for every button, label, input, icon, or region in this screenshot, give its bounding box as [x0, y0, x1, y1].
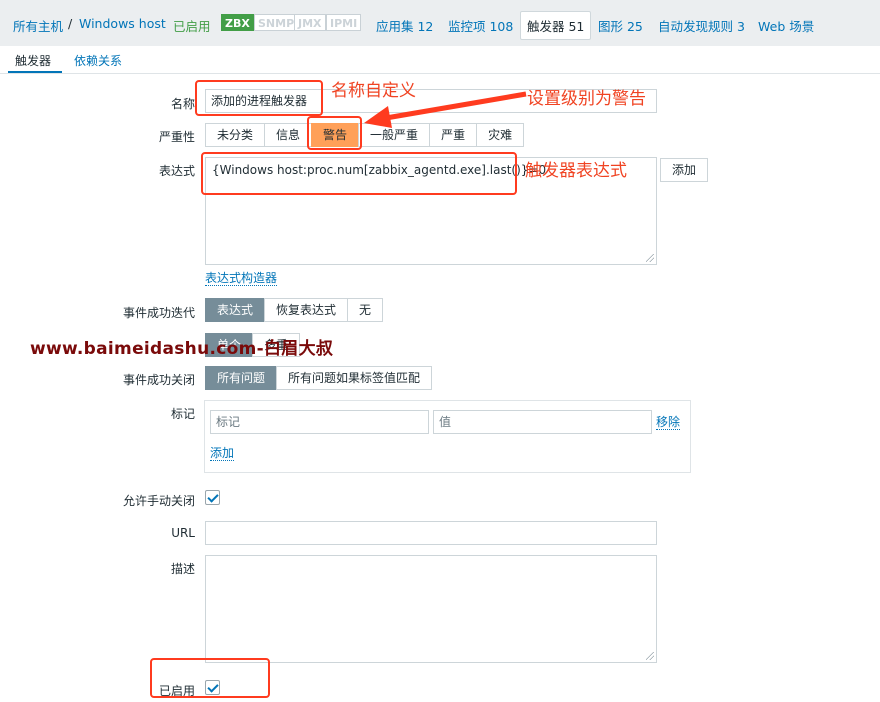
name-callout-box [195, 80, 323, 116]
manual-close-checkbox[interactable] [205, 490, 220, 505]
severity-not-classified[interactable]: 未分类 [205, 123, 266, 147]
breadcrumb-all-hosts[interactable]: 所有主机 [13, 16, 63, 35]
manual-close-label: 允许手动关闭 [122, 494, 195, 508]
tab-dependencies[interactable]: 依赖关系 [74, 52, 122, 69]
jmx-badge: JMX [294, 14, 326, 31]
host-status[interactable]: 已启用 [173, 16, 211, 35]
add-expression-button[interactable]: 添加 [660, 158, 709, 182]
breadcrumb-separator: / [68, 16, 73, 31]
nav-web[interactable]: Web 场景 [758, 16, 814, 35]
tag-value-input[interactable]: 值 [433, 410, 652, 434]
ok-close-selector: 所有问题 所有问题如果标签值匹配 [205, 366, 433, 390]
nav-applications[interactable]: 应用集 12 [376, 16, 433, 35]
ok-event-expression[interactable]: 表达式 [205, 298, 266, 322]
expression-callout-box [201, 152, 517, 195]
description-label: 描述 [170, 562, 195, 576]
resize-handle-icon[interactable] [646, 254, 654, 262]
form-tabs: 触发器 依赖关系 [0, 46, 880, 74]
nav-graphs[interactable]: 图形 25 [598, 16, 643, 35]
url-input[interactable] [205, 521, 657, 545]
severity-annotation: 设置级别为警告 [527, 89, 646, 109]
resize-handle-icon[interactable] [646, 652, 654, 660]
ok-event-recovery-expression[interactable]: 恢复表达式 [264, 298, 349, 322]
ok-event-none[interactable]: 无 [347, 298, 384, 322]
ok-close-all-problems[interactable]: 所有问题 [205, 366, 278, 390]
enabled-callout-box [150, 658, 270, 698]
ok-event-selector: 表达式 恢复表达式 无 [205, 298, 384, 322]
tags-label: 标记 [170, 407, 195, 421]
watermark: www.baimeidashu.com-白眉大叔 [30, 339, 334, 359]
ok-close-tag-match[interactable]: 所有问题如果标签值匹配 [276, 366, 433, 390]
name-label: 名称 [170, 97, 195, 111]
tab-trigger[interactable]: 触发器 [15, 52, 51, 69]
severity-information[interactable]: 信息 [264, 123, 313, 147]
ok-close-label: 事件成功关闭 [122, 373, 195, 387]
expression-constructor-link[interactable]: 表达式构造器 [205, 271, 278, 286]
zbx-badge: ZBX [221, 14, 254, 31]
active-tab-indicator [8, 71, 62, 73]
add-tag-link[interactable]: 添加 [210, 446, 235, 461]
arrow-icon [364, 91, 527, 128]
snmp-badge: SNMP [254, 14, 299, 31]
expression-annotation: 触发器表达式 [525, 161, 627, 181]
description-textarea[interactable] [205, 555, 657, 663]
nav-triggers[interactable]: 触发器 51 [520, 11, 592, 40]
tag-name-input[interactable]: 标记 [210, 410, 429, 434]
severity-callout-box [307, 116, 362, 150]
nav-items[interactable]: 监控项 108 [448, 16, 513, 35]
ok-event-label: 事件成功迭代 [122, 306, 195, 320]
severity-label: 严重性 [158, 130, 195, 144]
breadcrumb-host[interactable]: Windows host [79, 16, 166, 31]
url-label: URL [171, 526, 195, 540]
expression-label: 表达式 [158, 164, 195, 178]
ipmi-badge: IPMI [326, 14, 362, 31]
remove-tag-link[interactable]: 移除 [656, 415, 681, 430]
nav-discovery[interactable]: 自动发现规则 3 [658, 16, 745, 35]
